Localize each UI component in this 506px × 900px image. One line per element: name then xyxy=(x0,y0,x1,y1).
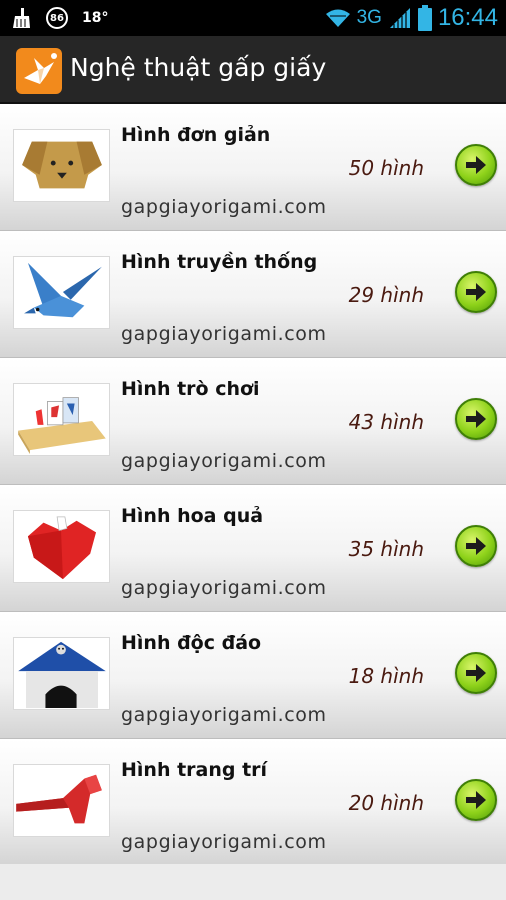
item-count: 29 hình xyxy=(348,283,424,307)
item-title: Hình trang trí xyxy=(121,759,268,781)
status-right: 3G 16:44 xyxy=(325,3,498,33)
item-count: 20 hình xyxy=(348,791,424,815)
page-title: Nghệ thuật gấp giấy xyxy=(70,53,327,82)
item-site: gapgiayorigami.com xyxy=(121,196,327,218)
origami-popup-thumbnail xyxy=(13,383,110,456)
item-count: 18 hình xyxy=(348,664,424,688)
origami-bird-icon[interactable] xyxy=(16,48,62,94)
arrow-right-icon xyxy=(466,791,486,809)
signal-strength-icon xyxy=(389,8,410,30)
status-left: 86 18° xyxy=(10,5,108,31)
list-footer xyxy=(0,864,506,900)
category-list: Hình đơn giản 50 hình gapgiayorigami.com… xyxy=(0,104,506,866)
network-type-text: 3G xyxy=(356,7,382,28)
action-bar: Nghệ thuật gấp giấy xyxy=(0,36,506,104)
arrow-right-icon xyxy=(466,156,486,174)
go-button[interactable] xyxy=(455,144,497,186)
item-title: Hình hoa quả xyxy=(121,505,264,527)
item-site: gapgiayorigami.com xyxy=(121,831,327,853)
origami-dog-thumbnail xyxy=(13,129,110,202)
item-site: gapgiayorigami.com xyxy=(121,577,327,599)
item-site: gapgiayorigami.com xyxy=(121,323,327,345)
notification-count-badge: 86 xyxy=(46,7,68,29)
clean-broom-icon xyxy=(13,8,30,28)
list-item[interactable]: Hình đơn giản 50 hình gapgiayorigami.com xyxy=(0,104,506,231)
clock-text: 16:44 xyxy=(437,4,498,31)
arrow-right-icon xyxy=(466,664,486,682)
status-bar: 86 18° 3G 16:44 xyxy=(0,0,506,36)
list-item[interactable]: Hình độc đáo 18 hình gapgiayorigami.com xyxy=(0,612,506,739)
item-site: gapgiayorigami.com xyxy=(121,450,327,472)
item-count: 43 hình xyxy=(348,410,424,434)
go-button[interactable] xyxy=(455,271,497,313)
item-title: Hình trò chơi xyxy=(121,378,260,400)
list-item[interactable]: Hình hoa quả 35 hình gapgiayorigami.com xyxy=(0,485,506,612)
go-button[interactable] xyxy=(455,525,497,567)
item-count: 50 hình xyxy=(348,156,424,180)
arrow-right-icon xyxy=(466,283,486,301)
origami-fruit-thumbnail xyxy=(13,510,110,583)
list-item[interactable]: Hình truyền thống 29 hình gapgiayorigami… xyxy=(0,231,506,358)
arrow-right-icon xyxy=(466,410,486,428)
origami-bird-thumbnail xyxy=(13,256,110,329)
item-count: 35 hình xyxy=(348,537,424,561)
origami-shoe-thumbnail xyxy=(13,764,110,837)
temperature-text: 18° xyxy=(82,10,109,26)
list-item[interactable]: Hình trò chơi 43 hình gapgiayorigami.com xyxy=(0,358,506,485)
go-button[interactable] xyxy=(455,652,497,694)
origami-doghouse-thumbnail xyxy=(13,637,110,710)
go-button[interactable] xyxy=(455,398,497,440)
item-site: gapgiayorigami.com xyxy=(121,704,327,726)
wifi-icon xyxy=(325,9,350,27)
list-item[interactable]: Hình trang trí 20 hình gapgiayorigami.co… xyxy=(0,739,506,866)
arrow-right-icon xyxy=(466,537,486,555)
go-button[interactable] xyxy=(455,779,497,821)
battery-icon xyxy=(417,5,432,31)
item-title: Hình truyền thống xyxy=(121,251,318,273)
item-title: Hình đơn giản xyxy=(121,124,271,146)
item-title: Hình độc đáo xyxy=(121,632,262,654)
